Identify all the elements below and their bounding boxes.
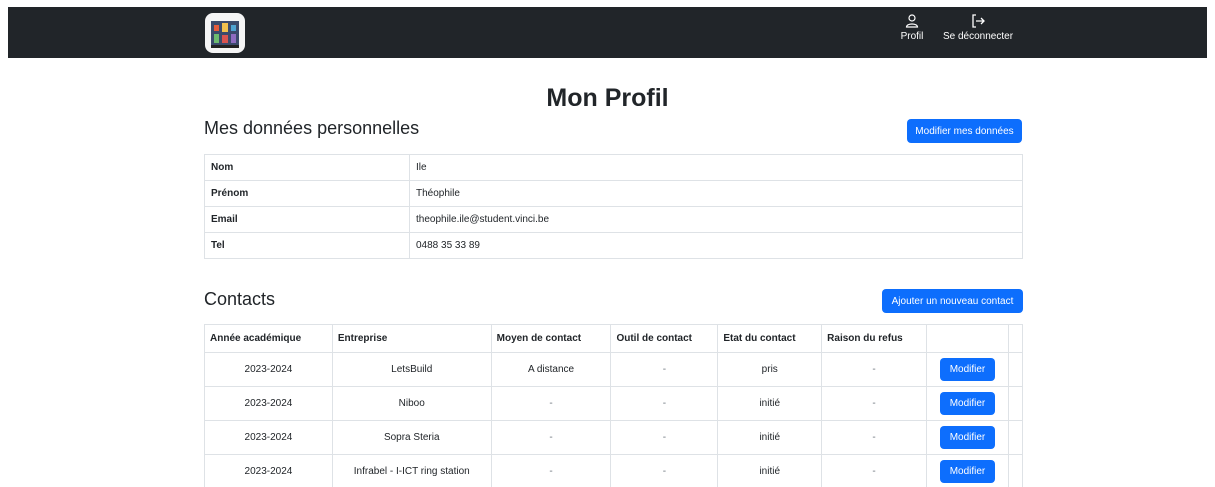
personal-data-table: Nom Ile Prénom Théophile Email theophile… <box>204 154 1023 259</box>
nav-profil[interactable]: Profil <box>897 13 927 53</box>
cell-state: initié <box>717 454 823 487</box>
col-header-action <box>926 324 1009 353</box>
cell-tool: - <box>610 352 719 387</box>
cell-company: LetsBuild <box>331 352 492 387</box>
edit-contact-button[interactable]: Modifier <box>939 358 995 381</box>
row-value: Théophile <box>409 180 1023 207</box>
cell-spacer <box>1007 420 1024 455</box>
table-row: Tel 0488 35 33 89 <box>204 232 1023 259</box>
table-row: Email theophile.ile@student.vinci.be <box>204 206 1023 233</box>
col-header-company: Entreprise <box>331 324 492 353</box>
cell-company: Sopra Steria <box>331 420 492 455</box>
table-row: Prénom Théophile <box>204 180 1023 207</box>
col-header-state: Etat du contact <box>717 324 823 353</box>
col-header-spacer <box>1007 324 1024 353</box>
cell-year: 2023-2024 <box>204 386 333 421</box>
app-logo[interactable] <box>205 13 245 53</box>
cell-spacer <box>1007 454 1024 487</box>
col-header-means: Moyen de contact <box>490 324 612 353</box>
nav-logout[interactable]: Se déconnecter <box>938 13 1018 53</box>
cell-reason: - <box>821 386 928 421</box>
row-key: Prénom <box>204 180 410 207</box>
logo-image <box>211 21 239 48</box>
table-row: 2023-2024 Sopra Steria - - initié - Modi… <box>204 420 1024 455</box>
table-row: Nom Ile <box>204 154 1023 181</box>
table-row: 2023-2024 LetsBuild A distance - pris - … <box>204 352 1024 387</box>
cell-spacer <box>1007 352 1024 387</box>
table-header-row: Année académique Entreprise Moyen de con… <box>204 324 1024 353</box>
cell-state: initié <box>717 386 823 421</box>
add-contact-button[interactable]: Ajouter un nouveau contact <box>882 289 1023 313</box>
edit-contact-button[interactable]: Modifier <box>939 460 995 483</box>
cell-tool: - <box>610 386 719 421</box>
table-row: 2023-2024 Infrabel - I-ICT ring station … <box>204 454 1024 487</box>
edit-contact-button[interactable]: Modifier <box>939 392 995 415</box>
cell-action: Modifier <box>926 386 1009 421</box>
personal-section-title: Mes données personnelles <box>204 118 420 138</box>
table-row: 2023-2024 Niboo - - initié - Modifier <box>204 386 1024 421</box>
row-value: Ile <box>409 154 1023 181</box>
cell-year: 2023-2024 <box>204 420 333 455</box>
row-key: Tel <box>204 232 410 259</box>
cell-reason: - <box>821 454 928 487</box>
col-header-tool: Outil de contact <box>610 324 719 353</box>
cell-means: - <box>490 386 612 421</box>
edit-contact-button[interactable]: Modifier <box>939 426 995 449</box>
cell-reason: - <box>821 352 928 387</box>
cell-year: 2023-2024 <box>204 352 333 387</box>
page-title: Mon Profil <box>546 84 669 112</box>
row-value: 0488 35 33 89 <box>409 232 1023 259</box>
contacts-section-title: Contacts <box>204 289 276 309</box>
cell-tool: - <box>610 420 719 455</box>
col-header-year: Année académique <box>204 324 333 353</box>
contacts-table: Année académique Entreprise Moyen de con… <box>204 324 1024 487</box>
nav-logout-label: Se déconnecter <box>942 31 1014 42</box>
cell-reason: - <box>821 420 928 455</box>
cell-means: A distance <box>490 352 612 387</box>
cell-action: Modifier <box>926 454 1009 487</box>
cell-action: Modifier <box>926 420 1009 455</box>
top-navbar: Profil Se déconnecter <box>8 7 1207 58</box>
nav-profil-label: Profil <box>900 31 924 42</box>
cell-state: pris <box>717 352 823 387</box>
row-key: Nom <box>204 154 410 181</box>
edit-personal-data-button[interactable]: Modifier mes données <box>907 119 1022 143</box>
cell-company: Niboo <box>331 386 492 421</box>
col-header-reason: Raison du refus <box>821 324 928 353</box>
cell-spacer <box>1007 386 1024 421</box>
row-key: Email <box>204 206 410 233</box>
cell-state: initié <box>717 420 823 455</box>
user-icon <box>905 14 919 28</box>
cell-means: - <box>490 420 612 455</box>
cell-tool: - <box>610 454 719 487</box>
cell-year: 2023-2024 <box>204 454 333 487</box>
cell-company: Infrabel - I-ICT ring station <box>331 454 492 487</box>
row-value: theophile.ile@student.vinci.be <box>409 206 1023 233</box>
logout-icon <box>972 14 985 28</box>
cell-means: - <box>490 454 612 487</box>
cell-action: Modifier <box>926 352 1009 387</box>
